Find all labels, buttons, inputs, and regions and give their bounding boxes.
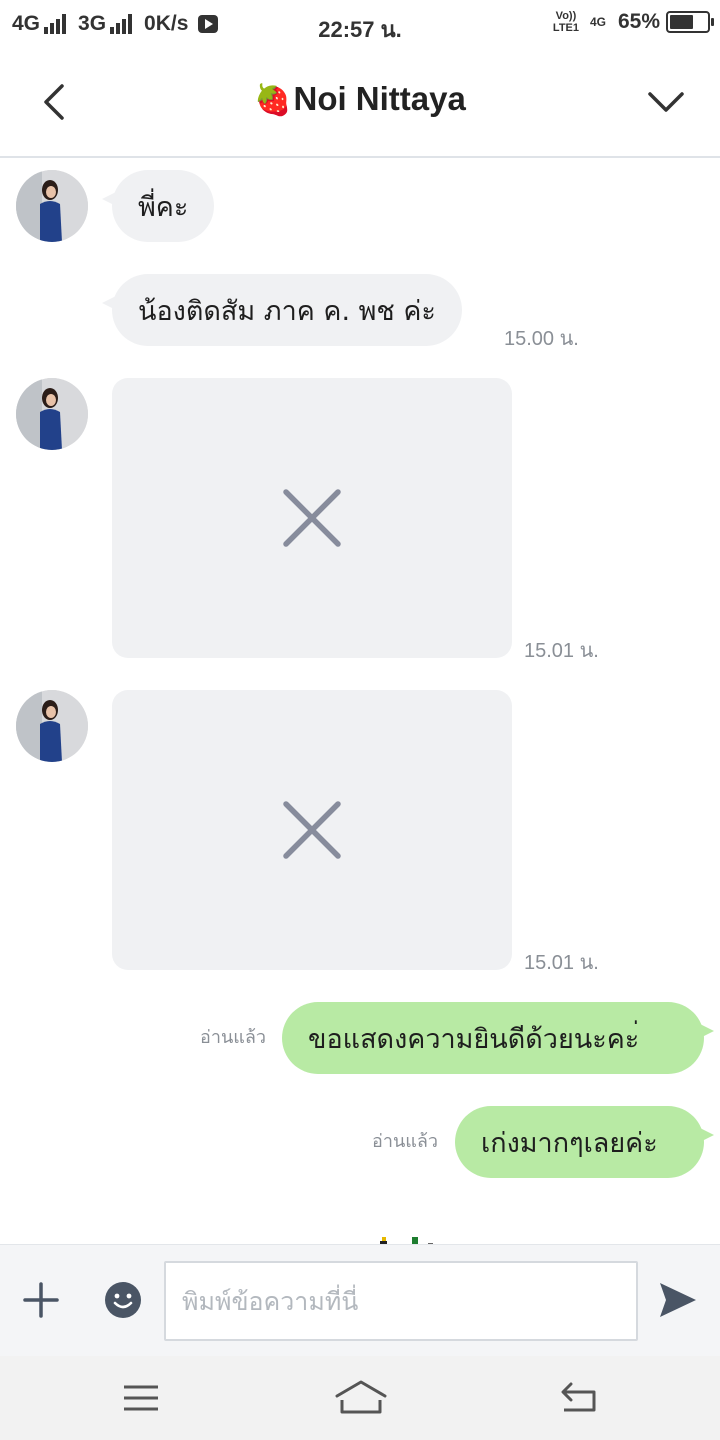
status-bar: 4G 3G 0K/s 22:57 น. Vo)) LTE1 4G 65% — [0, 0, 720, 52]
signal-icon — [110, 14, 133, 34]
volte-label: Vo)) — [555, 10, 577, 22]
send-icon — [660, 1283, 696, 1317]
video-app-icon — [198, 15, 219, 33]
sticker-icon — [380, 1237, 433, 1244]
nav-back-button[interactable] — [558, 1380, 600, 1416]
contact-name: Noi Nittaya — [293, 80, 466, 117]
message-bubble-incoming[interactable]: พี่คะ — [101, 170, 215, 242]
strawberry-icon: 🍓 — [254, 84, 292, 117]
emoji-button[interactable] — [104, 1281, 142, 1319]
avatar[interactable] — [16, 690, 88, 762]
read-receipt: อ่านแล้ว — [200, 1027, 266, 1048]
avatar-photo — [16, 690, 88, 762]
message-time: 15.00 น. — [504, 328, 579, 350]
network-type-2: 3G — [78, 12, 107, 35]
message-bubble-outgoing[interactable]: ขอแสดงความยินดีด้วยนะคะ่ — [282, 1002, 714, 1074]
volte-indicator: Vo)) LTE1 — [548, 10, 584, 34]
avatar[interactable] — [16, 378, 88, 450]
avatar-photo — [16, 170, 88, 242]
system-nav-bar — [0, 1356, 720, 1440]
plus-icon — [23, 1282, 59, 1318]
battery-icon — [666, 11, 714, 33]
close-icon — [283, 801, 341, 859]
status-left: 4G 3G 0K/s — [12, 12, 219, 36]
message-bubble-incoming[interactable]: น้องติดสัม ภาค ค. พช ค่ะ — [102, 274, 462, 346]
message-input[interactable] — [164, 1261, 638, 1341]
lte-label: LTE1 — [552, 22, 579, 34]
send-button[interactable] — [656, 1279, 698, 1321]
back-icon — [561, 1382, 596, 1412]
chat-menu-button[interactable] — [646, 82, 686, 122]
image-message-failed[interactable] — [112, 378, 512, 658]
message-text: น้องติดสัม ภาค ค. พช ค่ะ — [138, 295, 436, 327]
message-text: เก่งมากๆเลยค่ะ — [481, 1127, 658, 1159]
chevron-down-icon — [648, 92, 684, 112]
avatar-photo — [16, 378, 88, 450]
status-right: Vo)) LTE1 4G 65% — [548, 10, 714, 34]
battery-percent: 65% — [617, 10, 660, 33]
chat-title[interactable]: 🍓Noi Nittaya — [0, 80, 720, 118]
chat-header: 🍓Noi Nittaya — [0, 52, 720, 158]
data-network-label: 4G — [589, 15, 606, 29]
close-icon — [283, 489, 341, 547]
nav-menu-button[interactable] — [120, 1380, 162, 1416]
message-text: พี่คะ — [138, 191, 189, 223]
add-attachment-button[interactable] — [22, 1281, 60, 1319]
message-bubble-outgoing[interactable]: เก่งมากๆเลยค่ะ — [455, 1106, 714, 1178]
read-receipt: อ่านแล้ว — [372, 1131, 438, 1152]
message-time: 15.01 น. — [524, 952, 599, 974]
avatar[interactable] — [16, 170, 88, 242]
nav-home-button[interactable] — [334, 1378, 388, 1418]
message-input-bar — [0, 1244, 720, 1356]
battery-level — [670, 15, 694, 29]
message-time: 15.01 น. — [524, 640, 599, 662]
smiley-icon — [105, 1282, 141, 1318]
network-speed: 0K/s — [144, 12, 189, 35]
home-icon — [335, 1380, 387, 1414]
sticker-message-partial[interactable] — [376, 1232, 466, 1244]
hamburger-icon — [124, 1385, 158, 1411]
signal-icon — [44, 14, 67, 34]
network-type-1: 4G — [12, 12, 41, 35]
message-text: ขอแสดงความยินดีด้วยนะคะ่ — [308, 1023, 640, 1055]
image-message-failed[interactable] — [112, 690, 512, 970]
